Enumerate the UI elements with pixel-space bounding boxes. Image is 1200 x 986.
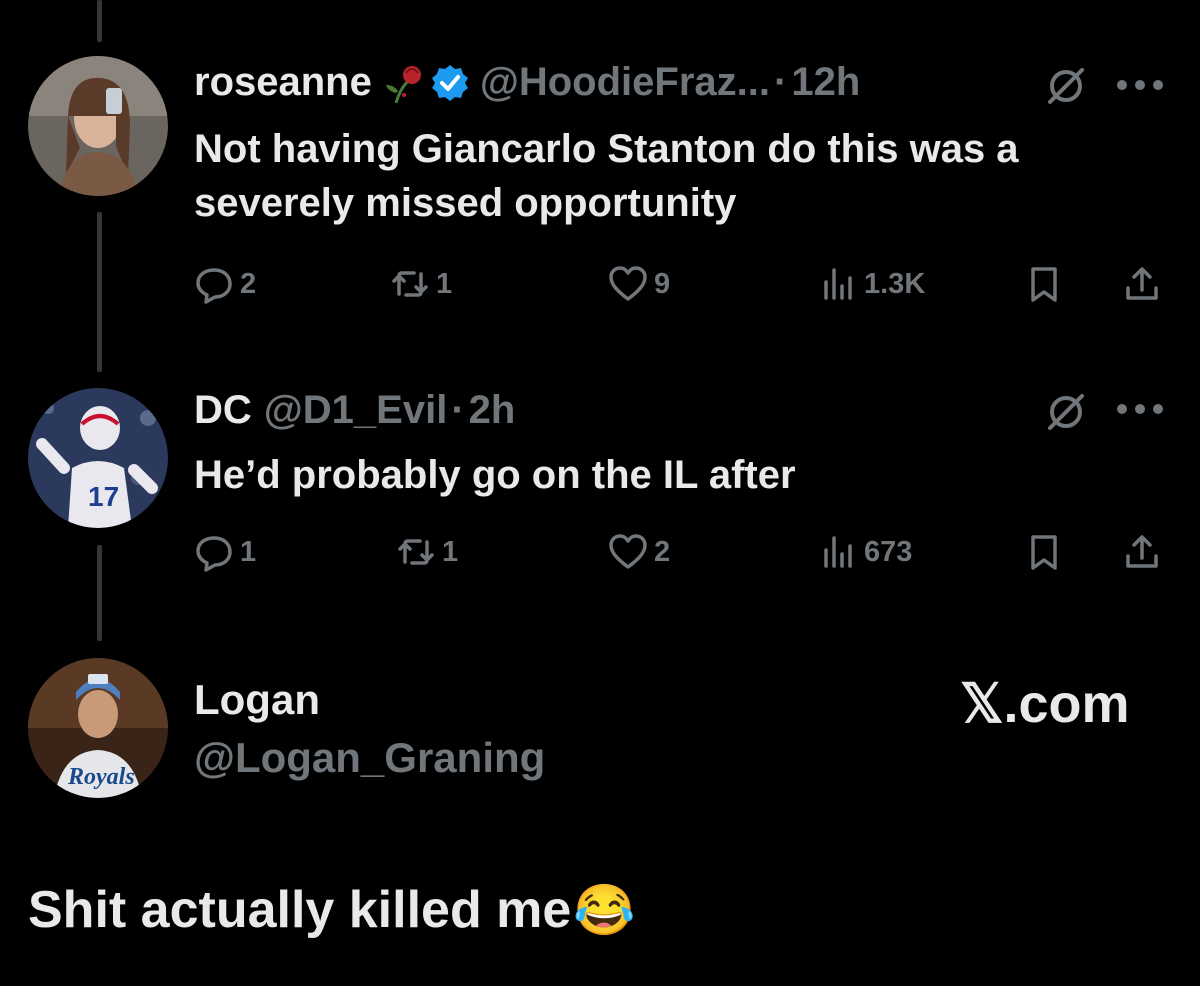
views-icon	[824, 536, 852, 568]
reply-icon	[196, 536, 232, 572]
laughing-emoji-icon: 😂	[573, 881, 636, 938]
grok-icon[interactable]	[1044, 64, 1088, 108]
like-button[interactable]: 9	[608, 264, 670, 304]
bookmark-button[interactable]	[1024, 264, 1070, 304]
svg-text:17: 17	[88, 481, 119, 512]
tweet-2-header: DC @D1_Evil · 2h	[194, 388, 515, 433]
avatar-dc[interactable]: 17	[28, 388, 168, 528]
bookmark-icon	[1031, 267, 1057, 302]
like-icon	[609, 534, 647, 569]
verified-icon[interactable]	[430, 63, 470, 103]
thread-line-top	[97, 0, 102, 42]
retweet-count: 1	[442, 535, 459, 568]
retweet-button[interactable]: 1	[390, 264, 452, 304]
tweet-2-text: He’d probably go on the IL after	[194, 453, 796, 497]
retweet-icon	[398, 539, 434, 565]
bookmark-button[interactable]	[1024, 532, 1070, 572]
tweet-2-dot: ·	[451, 388, 465, 432]
views-icon	[824, 268, 852, 300]
retweet-button[interactable]: 1	[396, 532, 458, 572]
tweet-1-dot: ·	[774, 60, 788, 104]
share-icon	[1126, 535, 1158, 568]
more-icon[interactable]	[1114, 78, 1170, 92]
x-watermark: 𝕏.com	[960, 674, 1130, 734]
thread-line-2	[97, 545, 102, 641]
author-handle[interactable]: @Logan_Graning	[194, 734, 545, 782]
tweet-1-time[interactable]: 12h	[791, 60, 860, 105]
views-button[interactable]: 673	[818, 532, 912, 572]
tweet-2-name[interactable]: DC	[194, 388, 252, 433]
main-tweet-caption: Shit actually killed me	[28, 881, 572, 939]
tweet-2-time[interactable]: 2h	[469, 388, 516, 433]
author-name[interactable]: Logan	[194, 676, 320, 724]
reply-count: 1	[240, 535, 257, 568]
like-button[interactable]: 2	[608, 532, 670, 572]
tweet-2-handle[interactable]: @D1_Evil	[264, 388, 448, 433]
like-icon	[609, 266, 647, 301]
like-count: 2	[654, 535, 671, 568]
retweet-count: 1	[436, 267, 453, 300]
reply-button[interactable]: 2	[194, 264, 256, 304]
tweet-2-actions: 1 1 2 673	[194, 532, 1174, 576]
share-button[interactable]	[1122, 264, 1168, 304]
share-button[interactable]	[1122, 532, 1168, 572]
grok-icon[interactable]	[1044, 390, 1088, 434]
svg-text:Royals: Royals	[67, 764, 135, 790]
tweet-1-name[interactable]: roseanne	[194, 60, 372, 105]
tweet-1-text: Not having Giancarlo Stanton do this was…	[194, 127, 1019, 225]
tweet-1-actions: 2 1 9 1.3K	[194, 264, 1174, 308]
more-icon[interactable]	[1114, 402, 1170, 416]
main-tweet-text: Shit actually killed me 😂	[28, 880, 636, 940]
reply-icon	[196, 268, 232, 304]
avatar-logan[interactable]: Royals	[28, 658, 168, 798]
reply-button[interactable]: 1	[194, 532, 256, 572]
retweet-icon	[392, 271, 428, 297]
views-count: 1.3K	[864, 267, 926, 300]
views-count: 673	[864, 535, 913, 568]
avatar-roseanne[interactable]	[28, 56, 168, 196]
views-button[interactable]: 1.3K	[818, 264, 925, 304]
tweet-1-header: roseanne @HoodieFraz... · 12h	[194, 60, 860, 105]
thread-line-1	[97, 212, 102, 372]
bookmark-icon	[1031, 535, 1057, 570]
share-icon	[1126, 267, 1158, 300]
like-count: 9	[654, 267, 671, 300]
reply-count: 2	[240, 267, 257, 300]
tweet-1-handle[interactable]: @HoodieFraz...	[480, 60, 770, 105]
rose-icon	[382, 61, 426, 105]
